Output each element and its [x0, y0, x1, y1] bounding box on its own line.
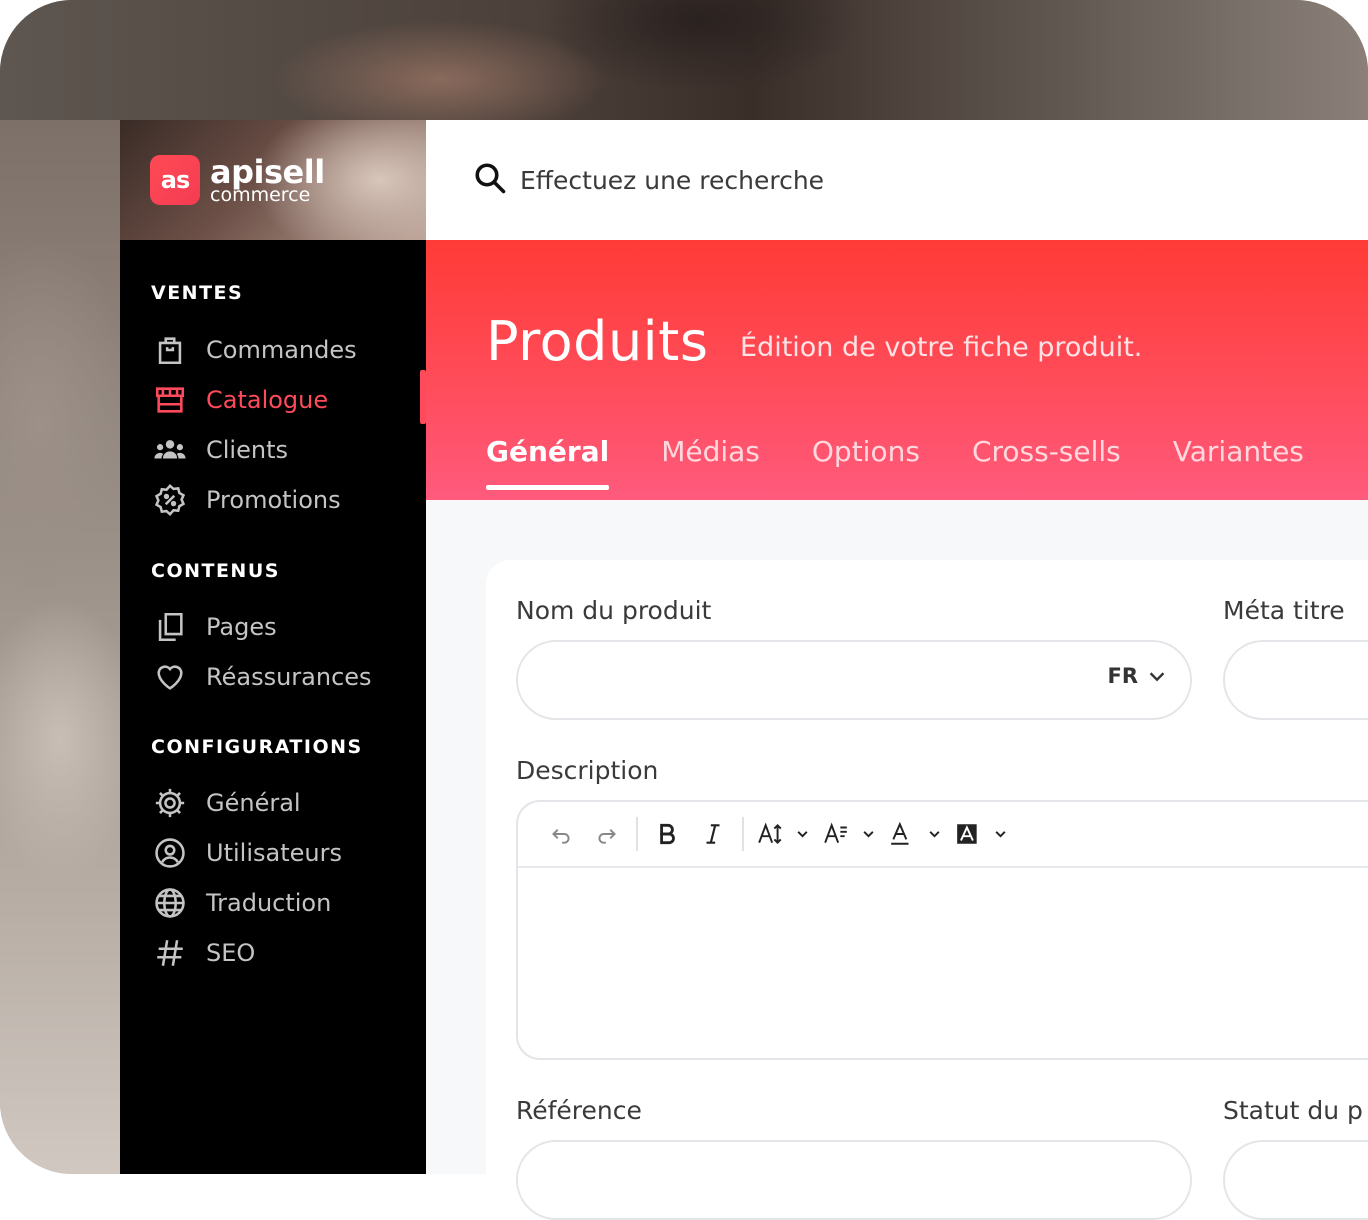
- sidebar-item-label: Utilisateurs: [206, 839, 342, 867]
- sidebar-item-label: Traduction: [206, 889, 332, 917]
- sidebar-item-label: Réassurances: [206, 663, 372, 691]
- brand-logo[interactable]: as apisell commerce: [120, 120, 426, 240]
- sidebar-item-label: Catalogue: [206, 386, 329, 414]
- product-name-field[interactable]: FR: [516, 640, 1192, 720]
- sidebar-item-seo[interactable]: SEO: [150, 933, 410, 973]
- sidebar-item-commandes[interactable]: Commandes: [150, 330, 410, 370]
- tab-options[interactable]: Options: [812, 435, 920, 490]
- brand-name: apisell: [210, 152, 325, 191]
- meta-title-field[interactable]: [1223, 640, 1368, 720]
- gear-icon: [150, 783, 190, 823]
- background-photo-left: [0, 120, 120, 1174]
- text-color-icon: [891, 821, 940, 845]
- sidebar-item-label: Général: [206, 789, 301, 817]
- redo-icon: [598, 828, 616, 844]
- section-title-configurations: CONFIGURATIONS: [151, 736, 363, 758]
- storefront-icon: [150, 380, 190, 420]
- italic-button[interactable]: [690, 814, 736, 854]
- tab-general[interactable]: Général: [486, 435, 610, 490]
- sidebar-item-label: Promotions: [206, 486, 341, 514]
- tab-bar: Général Médias Options Cross-sells Varia…: [486, 435, 1356, 490]
- reference-field[interactable]: [516, 1140, 1192, 1220]
- language-select[interactable]: FR: [1107, 664, 1168, 688]
- status-label: Statut du p: [1223, 1096, 1363, 1125]
- italic-icon: [706, 824, 720, 844]
- redo-button[interactable]: [584, 814, 630, 854]
- language-value: FR: [1107, 664, 1138, 688]
- sidebar-item-general[interactable]: Général: [150, 783, 410, 823]
- brand-badge: as: [150, 155, 200, 205]
- brand-tagline: commerce: [210, 183, 311, 206]
- shopping-bag-icon: [150, 330, 190, 370]
- product-name-label: Nom du produit: [516, 596, 712, 625]
- search-icon[interactable]: [472, 160, 508, 201]
- search-input[interactable]: [520, 165, 1220, 195]
- sidebar-item-clients[interactable]: Clients: [150, 430, 410, 470]
- background-photo-top: [0, 0, 1368, 120]
- meta-title-label: Méta titre: [1223, 596, 1345, 625]
- search-bar: [426, 120, 1368, 240]
- sidebar-item-label: Commandes: [206, 336, 357, 364]
- description-editor[interactable]: [516, 800, 1368, 1060]
- product-form-card: Nom du produit FR Méta titre Description: [486, 560, 1368, 1220]
- tab-cross-sells[interactable]: Cross-sells: [972, 435, 1121, 490]
- line-height-dropdown[interactable]: [816, 814, 882, 854]
- undo-button[interactable]: [538, 814, 584, 854]
- page-title: Produits: [486, 310, 709, 373]
- main-content: Nom du produit FR Méta titre Description: [426, 500, 1368, 1220]
- sidebar-item-label: Clients: [206, 436, 288, 464]
- text-color-dropdown[interactable]: [882, 814, 948, 854]
- sidebar-item-reassurances[interactable]: Réassurances: [150, 657, 410, 697]
- tab-variantes[interactable]: Variantes: [1173, 435, 1304, 490]
- reference-label: Référence: [516, 1096, 642, 1125]
- bold-icon: [660, 823, 675, 845]
- tab-medias[interactable]: Médias: [661, 435, 760, 490]
- editor-toolbar: [518, 802, 1368, 868]
- sidebar-item-catalogue[interactable]: Catalogue: [150, 380, 410, 420]
- page-subtitle: Édition de votre fiche produit.: [740, 332, 1143, 363]
- heart-icon: [150, 657, 190, 697]
- globe-icon: [150, 883, 190, 923]
- sidebar-item-label: SEO: [206, 939, 256, 967]
- font-size-icon: [758, 822, 808, 845]
- hash-icon: [150, 933, 190, 973]
- sidebar-item-pages[interactable]: Pages: [150, 607, 410, 647]
- status-field[interactable]: [1223, 1140, 1368, 1220]
- bold-button[interactable]: [644, 814, 690, 854]
- description-label: Description: [516, 756, 659, 785]
- sidebar-item-utilisateurs[interactable]: Utilisateurs: [150, 833, 410, 873]
- user-circle-icon: [150, 833, 190, 873]
- page-header: Produits Édition de votre fiche produit.…: [426, 240, 1368, 500]
- chevron-down-icon: [1149, 672, 1165, 682]
- sidebar: VENTES Commandes Catalogue Clients Promo…: [120, 240, 426, 1174]
- undo-icon: [552, 828, 570, 844]
- users-icon: [150, 430, 190, 470]
- section-title-ventes: VENTES: [151, 282, 244, 304]
- highlight-icon: [957, 824, 1006, 844]
- sidebar-item-promotions[interactable]: Promotions: [150, 480, 410, 520]
- discount-badge-icon: [150, 480, 190, 520]
- text-format-icon: [824, 822, 874, 844]
- highlight-color-dropdown[interactable]: [948, 814, 1014, 854]
- sidebar-item-traduction[interactable]: Traduction: [150, 883, 410, 923]
- sidebar-item-label: Pages: [206, 613, 277, 641]
- pages-icon: [150, 607, 190, 647]
- section-title-contenus: CONTENUS: [151, 560, 280, 582]
- font-size-dropdown[interactable]: [750, 814, 816, 854]
